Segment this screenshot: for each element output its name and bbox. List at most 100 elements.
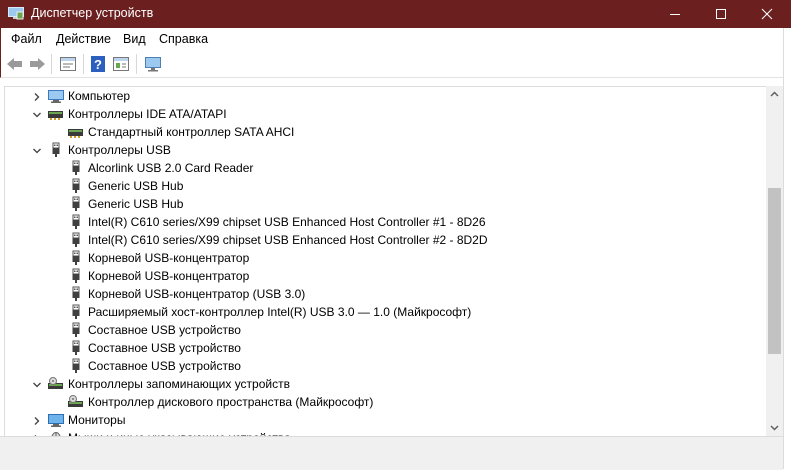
scroll-down-button[interactable] <box>766 419 783 436</box>
close-icon <box>761 8 773 20</box>
tree-device-row[interactable]: Корневой USB-концентратор <box>5 249 765 267</box>
tree-item-label: Составное USB устройство <box>88 323 241 337</box>
tree-device-row[interactable]: Расширяемый хост-контроллер Intel(R) USB… <box>5 303 765 321</box>
status-bar <box>0 436 783 470</box>
tree-item-label: Alcorlink USB 2.0 Card Reader <box>88 161 254 175</box>
tree-device-row[interactable]: Стандартный контроллер SATA AHCI <box>5 123 765 141</box>
tree-category-row[interactable]: Мониторы <box>5 411 765 429</box>
title-bar[interactable]: Диспетчер устройств <box>0 0 791 28</box>
usb-icon <box>67 160 85 176</box>
tree-device-row[interactable]: Корневой USB-концентратор <box>5 267 765 285</box>
usb-icon <box>67 214 85 230</box>
tree-item-label: Контроллеры запоминающих устройств <box>68 377 290 391</box>
tree-item-label: Составное USB устройство <box>88 341 241 355</box>
scan-hardware-button[interactable] <box>143 55 163 73</box>
properties-icon <box>60 57 76 71</box>
tree-device-row[interactable]: Составное USB устройство <box>5 321 765 339</box>
view-toggle-button[interactable] <box>111 55 131 73</box>
tree-item-label: Корневой USB-концентратор (USB 3.0) <box>88 287 306 301</box>
back-icon <box>7 58 22 70</box>
tree-device-row[interactable]: Alcorlink USB 2.0 Card Reader <box>5 159 765 177</box>
minimize-button[interactable] <box>652 0 698 28</box>
maximize-button[interactable] <box>698 0 744 28</box>
menu-file[interactable]: Файл <box>11 32 42 46</box>
tree-item-label: Generic USB Hub <box>88 179 184 193</box>
usb-icon <box>67 268 85 284</box>
tree-item-label: Intel(R) C610 series/X99 chipset USB Enh… <box>88 215 486 229</box>
usb-icon <box>67 322 85 338</box>
chevron-down-icon <box>770 425 779 431</box>
tree-item-label: Контроллеры IDE ATA/ATAPI <box>68 107 227 121</box>
help-button[interactable]: ? <box>89 55 109 73</box>
ide-controller-icon <box>47 106 65 122</box>
usb-icon <box>67 340 85 356</box>
toolbar-separator <box>83 54 84 74</box>
tree-category-row[interactable]: Компьютер <box>5 87 765 105</box>
scrollbar-thumb[interactable] <box>768 188 781 354</box>
collapse-chevron-right-icon[interactable] <box>32 91 42 101</box>
usb-icon <box>47 142 65 158</box>
tree-item-label: Расширяемый хост-контроллер Intel(R) USB… <box>88 305 472 319</box>
maximize-icon <box>716 9 726 19</box>
expand-chevron-down-icon[interactable] <box>32 379 42 389</box>
tree-device-row[interactable]: Generic USB Hub <box>5 177 765 195</box>
tree-item-label: Контроллер дискового пространства (Майкр… <box>88 395 374 409</box>
menu-help[interactable]: Справка <box>159 32 208 46</box>
expand-chevron-down-icon[interactable] <box>32 109 42 119</box>
tree-device-row[interactable]: Контроллер дискового пространства (Майкр… <box>5 393 765 411</box>
usb-icon <box>67 286 85 302</box>
tree-device-row[interactable]: Intel(R) C610 series/X99 chipset USB Enh… <box>5 213 765 231</box>
tree-item-label: Generic USB Hub <box>88 197 184 211</box>
storage-controller-icon <box>47 376 65 392</box>
tree-device-row[interactable]: Корневой USB-концентратор (USB 3.0) <box>5 285 765 303</box>
tree-device-row[interactable]: Generic USB Hub <box>5 195 765 213</box>
usb-icon <box>67 304 85 320</box>
chevron-up-icon <box>770 91 779 97</box>
device-manager-app-icon <box>8 7 24 20</box>
window-title: Диспетчер устройств <box>31 6 154 20</box>
tree-category-row[interactable]: Контроллеры IDE ATA/ATAPI <box>5 105 765 123</box>
expand-chevron-down-icon[interactable] <box>32 145 42 155</box>
toolbar-separator <box>136 54 137 74</box>
tree-item-label: Компьютер <box>68 89 131 103</box>
close-button[interactable] <box>744 0 790 28</box>
window-frame-right <box>783 28 791 469</box>
tree-item-label: Составное USB устройство <box>88 359 241 373</box>
storage-controller-icon <box>67 394 85 410</box>
forward-button[interactable] <box>27 55 47 73</box>
tree-category-row[interactable]: Контроллеры USB <box>5 141 765 159</box>
properties-button[interactable] <box>58 55 78 73</box>
toolbar: ? <box>0 50 791 78</box>
tree-item-label: Корневой USB-концентратор <box>88 269 250 283</box>
usb-icon <box>67 178 85 194</box>
tree-item-label: Контроллеры USB <box>68 143 171 157</box>
view-icon <box>113 57 129 71</box>
collapse-chevron-right-icon[interactable] <box>32 415 42 425</box>
menu-bar: Файл Действие Вид Справка <box>0 28 791 50</box>
scroll-up-button[interactable] <box>766 86 783 103</box>
svg-text:?: ? <box>94 57 102 72</box>
computer-icon <box>47 88 65 104</box>
tree-item-label: Стандартный контроллер SATA AHCI <box>88 125 295 139</box>
tree-device-row[interactable]: Intel(R) C610 series/X99 chipset USB Enh… <box>5 231 765 249</box>
tree-device-row[interactable]: Составное USB устройство <box>5 357 765 375</box>
monitor-icon <box>145 57 161 72</box>
usb-icon <box>67 196 85 212</box>
menu-view[interactable]: Вид <box>123 32 146 46</box>
tree-item-label: Intel(R) C610 series/X99 chipset USB Enh… <box>88 233 488 247</box>
tree-item-label: Корневой USB-концентратор <box>88 251 250 265</box>
usb-icon <box>67 358 85 374</box>
menu-action[interactable]: Действие <box>56 32 111 46</box>
forward-icon <box>30 58 45 70</box>
help-icon: ? <box>91 56 105 72</box>
toolbar-separator <box>51 54 52 74</box>
vertical-scrollbar[interactable] <box>766 86 783 436</box>
ide-controller-icon <box>67 124 85 140</box>
tree-device-row[interactable]: Составное USB устройство <box>5 339 765 357</box>
usb-icon <box>67 232 85 248</box>
device-tree[interactable]: Компьютер Контроллеры IDE ATA/ATAPI Станда… <box>4 86 767 437</box>
usb-icon <box>67 250 85 266</box>
tree-category-row[interactable]: Контроллеры запоминающих устройств <box>5 375 765 393</box>
back-button[interactable] <box>5 55 25 73</box>
tree-item-label: Мониторы <box>68 413 126 427</box>
